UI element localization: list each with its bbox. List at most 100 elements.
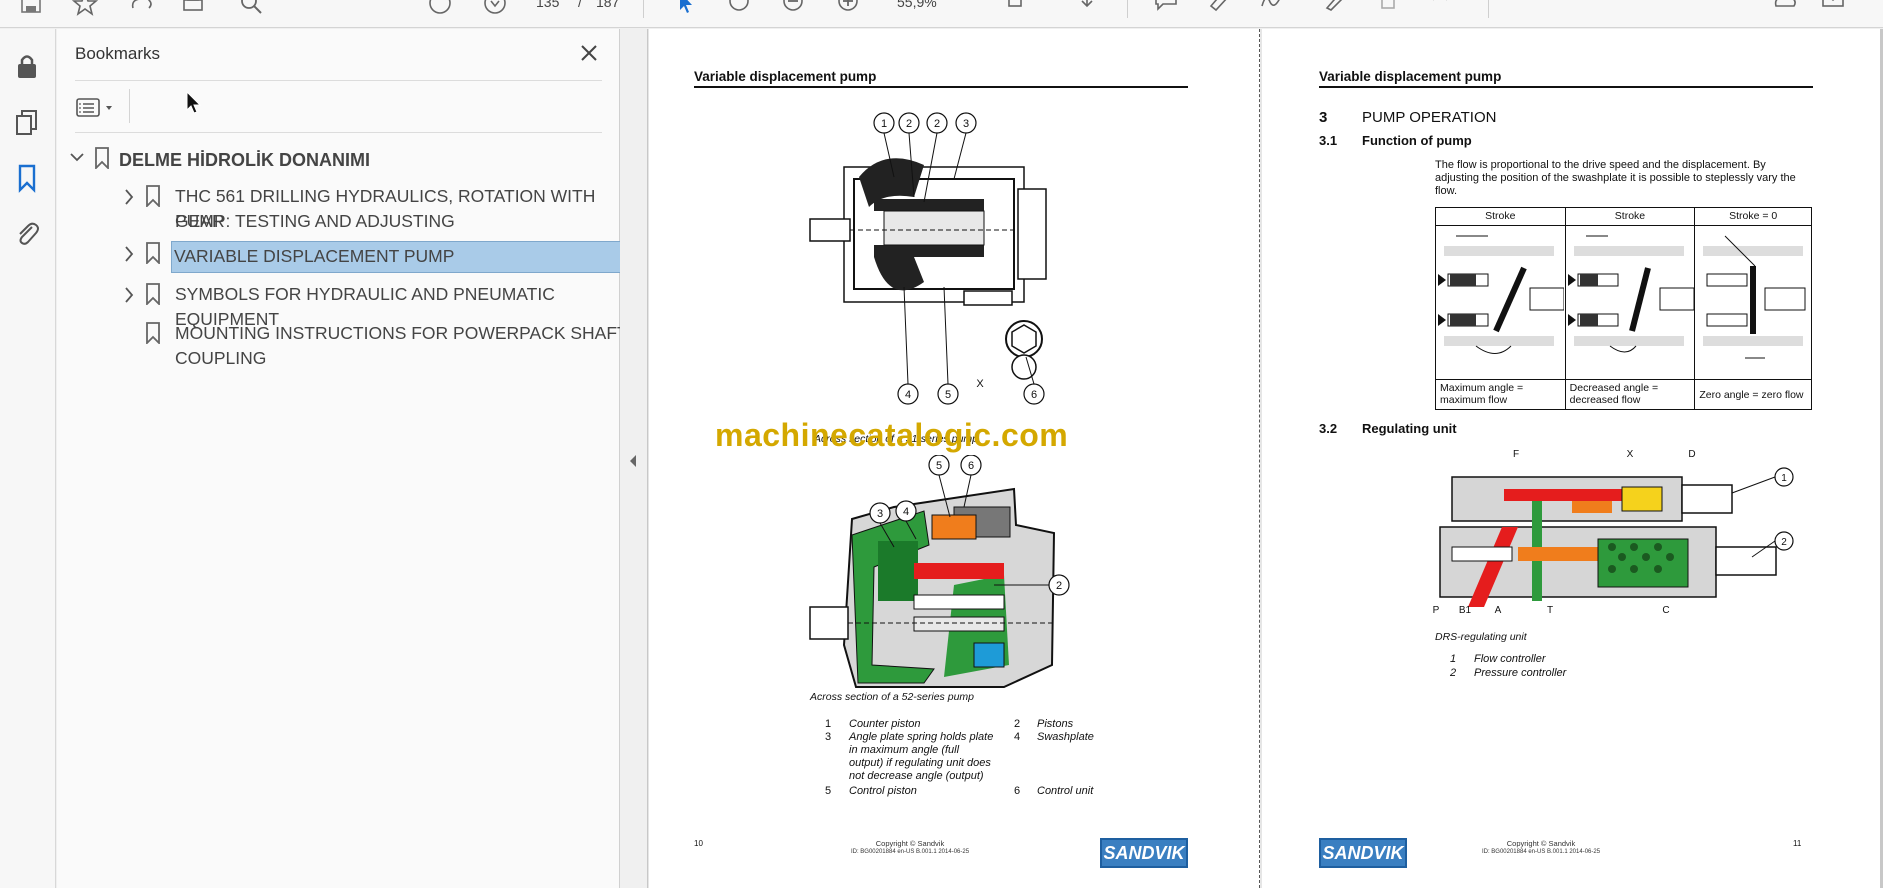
bookmark-icon [93, 147, 111, 171]
zoom-out-icon[interactable] [780, 0, 806, 16]
diagram-label: P [1433, 605, 1440, 616]
save-icon[interactable] [18, 0, 44, 16]
attachment-icon[interactable] [12, 219, 42, 249]
legend-text: Angle plate spring holds plate [849, 731, 994, 743]
table-caption: Maximum angle = [1440, 382, 1524, 394]
bookmark-item-label: COUPLING [175, 348, 267, 368]
diagram-label: D [1688, 449, 1695, 460]
subsection-title: Function of pump [1362, 133, 1472, 148]
page-total: 187 [596, 0, 620, 10]
chevron-right-icon[interactable] [121, 283, 137, 307]
hand-tool-icon[interactable] [726, 0, 752, 16]
select-cursor-icon[interactable] [672, 0, 698, 16]
sign-icon[interactable] [1258, 0, 1284, 16]
pages-thumbnails-icon[interactable] [12, 107, 42, 137]
lock-icon[interactable] [12, 51, 42, 81]
watermark: machinecatalogic.com [715, 417, 1069, 453]
bookmark-item-variable-displacement-pump[interactable]: VARIABLE DISPLACEMENT PUMP [87, 241, 641, 273]
callout: 3 [877, 508, 883, 520]
table-caption: decreased flow [1569, 394, 1641, 406]
cloud-share-icon[interactable] [1772, 0, 1798, 16]
section-title: PUMP OPERATION [1362, 109, 1497, 126]
zoom-in-icon[interactable] [835, 0, 861, 16]
figure-caption: Across section of a 52-series pump [810, 691, 974, 703]
panel-splitter[interactable] [620, 29, 648, 888]
drs-regulating-unit-diagram: F X D 1 2 P B1 A T C [1433, 449, 1794, 616]
close-icon[interactable] [577, 41, 601, 65]
page-up-icon[interactable] [427, 0, 453, 16]
copyright: Copyright © Sandvik [1506, 839, 1576, 848]
bookmark-item-label: MOUNTING INSTRUCTIONS FOR POWERPACK SHAF… [175, 323, 628, 343]
zero-angle-diagram [1703, 235, 1806, 359]
legend-text: Control piston [849, 785, 917, 797]
search-icon[interactable] [238, 0, 264, 16]
comment-icon[interactable] [1153, 0, 1179, 16]
scroll-mode-icon[interactable] [1074, 0, 1100, 16]
document-view[interactable]: Variable displacement pump 1 2 2 3 4 5 6… [648, 29, 1883, 888]
header-rule [694, 86, 1188, 88]
highlight-icon[interactable] [1206, 0, 1232, 16]
bookmark-item-mounting[interactable]: MOUNTING INSTRUCTIONS FOR POWERPACK SHAF… [87, 321, 628, 371]
table-caption: maximum flow [1440, 394, 1508, 406]
print-icon[interactable] [180, 0, 206, 16]
page-separator: / [578, 0, 582, 10]
legend-text: Control unit [1037, 785, 1094, 797]
table-header: Stroke = 0 [1694, 207, 1812, 226]
callout: 6 [968, 460, 974, 472]
page-number-input[interactable]: 135 [536, 0, 559, 10]
email-icon[interactable] [1820, 0, 1846, 16]
bookmark-item-symbols[interactable]: SYMBOLS FOR HYDRAULIC AND PNEUMATIC EQUI… [87, 282, 607, 329]
callout: 2 [934, 118, 940, 130]
diagram-label: 2 [1781, 537, 1787, 548]
zoom-level-select[interactable]: 55,9% [897, 0, 937, 10]
doc-id: ID: BG00201884 en-US B.001.1 2014-06-25 [850, 849, 970, 855]
bookmark-item-label: VARIABLE DISPLACEMENT PUMP [171, 241, 641, 273]
pump-52-series-diagram: 5 6 3 4 2 [809, 455, 1070, 688]
legend-text: Flow controller [1474, 653, 1546, 665]
legend-num: 2 [1450, 667, 1457, 679]
table-header: Stroke [1435, 207, 1566, 226]
table-caption: Zero angle = zero flow [1699, 388, 1804, 401]
callout: 1 [881, 118, 887, 130]
rotate-icon[interactable] [1427, 0, 1453, 16]
legend-num: 5 [825, 785, 832, 797]
page-header: Variable displacement pump [694, 69, 877, 84]
upload-icon[interactable] [128, 0, 154, 16]
legend-text: Pistons [1037, 718, 1074, 730]
legend-num: 2 [1014, 718, 1021, 730]
fit-page-icon[interactable] [1003, 0, 1029, 16]
chevron-right-icon[interactable] [121, 185, 137, 209]
sandvik-logo: SANDVIK [1100, 838, 1188, 868]
zoom-dropdown-icon[interactable] [955, 0, 981, 16]
divider [75, 132, 602, 133]
section-number: 3 [1319, 109, 1328, 126]
legend-text: in maximum angle (full [849, 744, 960, 756]
header-rule [1319, 86, 1813, 88]
callout: 2 [906, 118, 912, 130]
subsection-number: 3.1 [1319, 133, 1338, 148]
chevron-down-icon[interactable] [69, 146, 85, 170]
edit-pen-icon[interactable] [1322, 0, 1348, 16]
max-angle-diagram [1438, 235, 1565, 354]
diagram-label: A [1495, 605, 1502, 616]
collapse-panel-icon[interactable] [628, 453, 638, 469]
decreased-angle-diagram [1567, 235, 1695, 353]
chevron-right-icon[interactable] [121, 242, 137, 266]
bookmark-root[interactable]: DELME HİDROLİK DONANIMI [69, 146, 609, 176]
delete-icon[interactable] [1375, 0, 1401, 16]
bookmark-item-thc561[interactable]: THC 561 DRILLING HYDRAULICS, ROTATION WI… [87, 184, 607, 234]
star-icon[interactable] [71, 0, 99, 16]
body-text: adjusting the position of the swashplate… [1435, 172, 1796, 184]
diagram-label: B1 [1459, 605, 1472, 616]
bookmarks-panel: Bookmarks DELME HİDROLİK DONANIMI THC 56… [57, 29, 641, 888]
page-down-icon[interactable] [482, 0, 508, 16]
bookmark-options-button[interactable] [75, 93, 121, 123]
toolbar-divider [1127, 0, 1128, 18]
legend-text: output) if regulating unit does [849, 757, 991, 769]
divider [129, 89, 130, 123]
stroke-table: Stroke Stroke Stroke = 0 Maximum angle =… [1435, 207, 1812, 410]
legend-num: 6 [1014, 785, 1021, 797]
legend-text: Swashplate [1037, 731, 1094, 743]
legend-num: 4 [1014, 731, 1021, 743]
bookmark-panel-icon[interactable] [12, 163, 42, 193]
